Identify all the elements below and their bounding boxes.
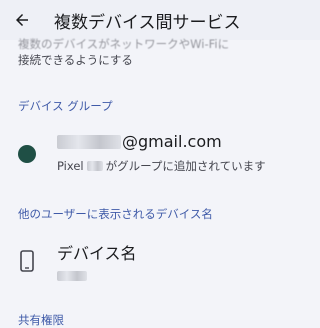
account-status-suffix: がグループに追加されています [105, 159, 266, 173]
redacted-device-name [57, 266, 87, 285]
section-header-visible-name: 他のユーザーに表示されるデバイス名 [18, 207, 213, 221]
service-description: 複数のデバイスがネットワークやWi-Fiに 接続できるようにする [18, 36, 308, 68]
device-name-item[interactable]: デバイス名 [0, 236, 320, 286]
page-title: 複数デバイス間サービス [54, 12, 241, 33]
arrow-back-icon [16, 14, 28, 26]
description-line-1: 複数のデバイスがネットワークやWi-Fiに [18, 37, 230, 51]
account-email-domain: @gmail.com [122, 132, 222, 151]
redacted-device-value [57, 271, 87, 281]
back-button[interactable] [2, 0, 42, 40]
account-status-prefix: Pixel [57, 159, 84, 173]
device-name-title: デバイス名 [57, 244, 137, 263]
section-header-shared: 共有権限 [18, 313, 64, 327]
description-line-2: 接続できるようにする [18, 53, 133, 67]
account-status: Pixel がグループに追加されています [57, 158, 266, 174]
account-item[interactable]: @gmail.com Pixel がグループに追加されています [0, 130, 320, 180]
phone-icon [20, 250, 34, 272]
section-header-device-group: デバイス グループ [18, 99, 113, 113]
app-bar: 複数デバイス間サービス [0, 0, 320, 40]
redacted-email-local-part [57, 134, 121, 149]
account-email: @gmail.com [57, 132, 222, 151]
account-avatar [18, 145, 36, 163]
redacted-device-model [86, 161, 103, 171]
